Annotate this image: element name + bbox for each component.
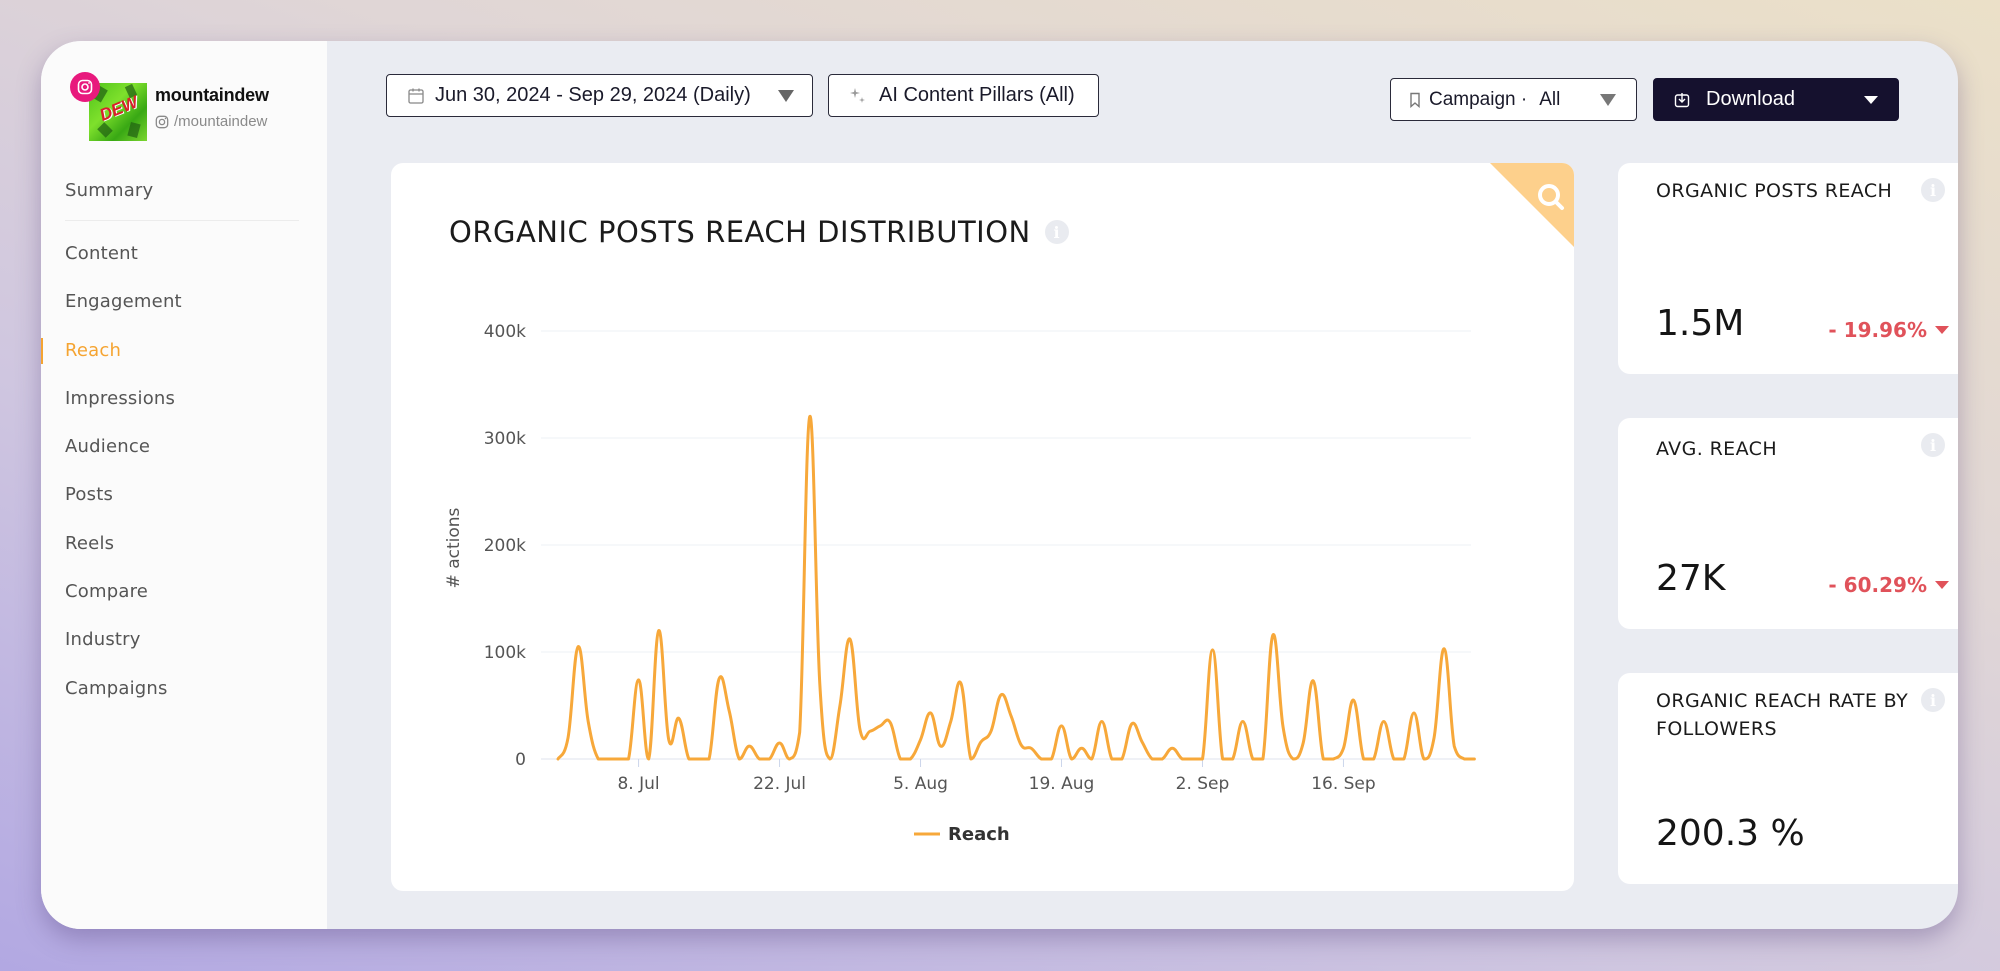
kpi-value: 27K (1656, 558, 1726, 599)
sidebar-item-content[interactable]: Content (41, 229, 327, 277)
info-icon[interactable]: i (1921, 178, 1945, 202)
info-icon[interactable]: i (1921, 688, 1945, 712)
x-tick-label: 22. Jul (753, 774, 806, 794)
reach-line-chart: 0 100k 200k 300k 400k 8. Jul 22. Jul 5. Aug 19.… (444, 322, 1476, 845)
kpi-change: - 19.96% (1828, 318, 1949, 342)
kpi-change-value: - 60.29% (1828, 573, 1927, 597)
grid-lines (541, 330, 1471, 760)
instagram-icon (70, 72, 100, 102)
kpi-change-value: - 19.96% (1828, 318, 1927, 342)
info-icon[interactable]: i (1921, 433, 1945, 457)
sidebar-item-reels[interactable]: Reels (41, 519, 327, 567)
sidebar-item-impressions[interactable]: Impressions (41, 374, 327, 422)
sidebar-nav: Summary Content Engagement Reach Impress… (41, 166, 327, 712)
kpi-change: - 60.29% (1828, 573, 1949, 597)
x-axis-ticks: 8. Jul 22. Jul 5. Aug 19. Aug 2. Sep 16. Sep (617, 759, 1376, 794)
x-tick-label: 5. Aug (893, 774, 948, 794)
kpi-value: 200.3 % (1656, 813, 1805, 854)
campaign-value: All (1539, 88, 1561, 110)
kpi-organic-reach-rate: ORGANIC REACH RATE BY FOLLOWERS i 200.3 … (1618, 673, 1958, 884)
ai-content-pillars-label: AI Content Pillars (All) (879, 84, 1075, 106)
sidebar-item-campaigns[interactable]: Campaigns (41, 664, 327, 712)
profile-handle: /mountaindew (155, 113, 267, 130)
sidebar-item-posts[interactable]: Posts (41, 471, 327, 519)
x-tick-label: 8. Jul (617, 774, 659, 794)
sidebar-item-compare[interactable]: Compare (41, 567, 327, 615)
y-axis-label: # actions (444, 507, 464, 588)
ai-content-pillars-button[interactable]: AI Content Pillars (All) (828, 74, 1099, 117)
profile-name: mountaindew (155, 85, 269, 105)
kpi-title: ORGANIC POSTS REACH (1656, 180, 1893, 202)
kpi-organic-posts-reach: ORGANIC POSTS REACH i 1.5M - 19.96% (1618, 163, 1958, 374)
trend-down-icon (1935, 581, 1949, 589)
calendar-icon (408, 88, 424, 104)
profile-header[interactable]: DEW mountaindew /mountaindew (65, 57, 315, 141)
download-icon (1674, 92, 1690, 107)
handle-text: /mountaindew (174, 113, 268, 130)
kpi-value: 1.5M (1656, 303, 1745, 344)
x-tick-label: 16. Sep (1311, 774, 1375, 794)
y-tick-label: 300k (484, 429, 526, 449)
campaign-label: Campaign · (1429, 88, 1528, 110)
sidebar-item-summary[interactable]: Summary (41, 166, 327, 214)
chevron-down-icon (1600, 94, 1616, 106)
app-window: DEW mountaindew /mountaindew Summary Con… (41, 41, 1958, 929)
y-tick-label: 0 (515, 750, 526, 770)
legend[interactable]: Reach (914, 824, 1010, 845)
date-range-picker[interactable]: Jun 30, 2024 - Sep 29, 2024 (Daily) (386, 74, 813, 117)
sidebar: DEW mountaindew /mountaindew Summary Con… (41, 41, 327, 929)
sparkle-icon (850, 87, 865, 103)
instagram-icon (155, 115, 169, 128)
bookmark-icon (1410, 92, 1420, 108)
kpi-title: ORGANIC REACH RATE BY FOLLOWERS (1656, 690, 1909, 740)
trend-down-icon (1935, 326, 1949, 334)
date-range-label: Jun 30, 2024 - Sep 29, 2024 (Daily) (435, 84, 751, 106)
main-content: Jun 30, 2024 - Sep 29, 2024 (Daily) AI C… (327, 41, 1958, 929)
kpi-avg-reach: AVG. REACH i 27K - 60.29% (1618, 418, 1958, 629)
series-line-reach (556, 415, 1476, 761)
sidebar-item-engagement[interactable]: Engagement (41, 278, 327, 326)
sidebar-divider (65, 220, 299, 222)
sidebar-item-industry[interactable]: Industry (41, 616, 327, 664)
y-tick-label: 100k (484, 643, 526, 663)
chevron-down-icon[interactable] (1864, 96, 1878, 104)
sidebar-item-audience[interactable]: Audience (41, 422, 327, 470)
x-tick-label: 2. Sep (1176, 774, 1230, 794)
y-tick-label: 400k (484, 322, 526, 342)
legend-label-reach: Reach (948, 824, 1010, 845)
campaign-filter[interactable]: Campaign · All (1390, 78, 1637, 121)
x-tick-label: 19. Aug (1029, 774, 1095, 794)
chevron-down-icon (778, 90, 794, 102)
reach-distribution-card: ORGANIC POSTS REACH DISTRIBUTION i 0 100k… (391, 163, 1574, 891)
y-axis-ticks: 0 100k 200k 300k 400k (484, 322, 526, 770)
download-label: Download (1706, 88, 1795, 110)
sidebar-item-reach[interactable]: Reach (41, 326, 327, 374)
download-button[interactable]: Download (1653, 78, 1899, 121)
y-tick-label: 200k (484, 536, 526, 556)
kpi-title: AVG. REACH (1656, 438, 1778, 460)
